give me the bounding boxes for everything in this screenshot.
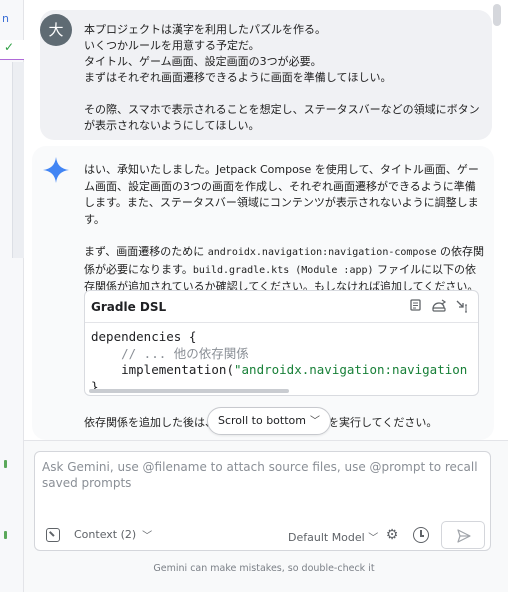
prompt-placeholder: Ask Gemini, use @filename to attach sour… [42, 460, 478, 490]
user-message-text: 本プロジェクトは漢字を利用したパズルを作る。 いくつかルールを用意する予定だ。 … [84, 23, 480, 132]
inline-code: androidx.navigation:navigation-compose [207, 247, 437, 258]
code-line: dependencies { [91, 329, 197, 344]
code-block-language: Gradle DSL [91, 300, 167, 314]
left-edge-panel: n ✓ [0, 0, 24, 592]
model-selector[interactable]: Default Model ﹀ [288, 529, 378, 544]
context-icon [46, 527, 60, 542]
insert-code-icon[interactable] [431, 299, 447, 315]
chevron-down-icon: ﹀ [309, 416, 320, 427]
disclaimer-text: Gemini can make mistakes, so double-chec… [153, 563, 375, 574]
send-icon [457, 529, 471, 543]
code-block: Gradle DSL dependencies { // ... 他の依存関係 … [84, 290, 479, 396]
ai-text-fragment: まず、画面遷移のために [84, 245, 208, 258]
change-marker [4, 460, 7, 468]
insert-at-cursor-icon[interactable] [455, 299, 471, 315]
code-block-body: dependencies { // ... 他の依存関係 implementat… [85, 323, 478, 395]
code-line: implementation( [91, 362, 234, 377]
context-label: Context (2) [74, 528, 137, 541]
check-icon: ✓ [0, 40, 24, 60]
inline-code: build.gradle.kts (Module :app) [192, 264, 374, 276]
send-button[interactable] [441, 521, 485, 549]
gear-icon[interactable]: ⚙ [384, 527, 400, 543]
code-line: // ... 他の依存関係 [91, 345, 249, 361]
change-marker [4, 531, 7, 539]
scroll-to-bottom-label: Scroll to bottom [218, 414, 306, 427]
left-strip-label: n [2, 12, 9, 25]
history-icon[interactable] [413, 527, 429, 543]
copy-icon[interactable] [407, 299, 423, 315]
chat-scrollbar-thumb[interactable] [493, 4, 501, 26]
ai-text-fragment: を実行してください。 [328, 416, 438, 429]
code-horizontal-scrollbar[interactable] [89, 389, 289, 393]
gemini-sparkle-icon [43, 157, 69, 183]
ai-paragraph-2: まず、画面遷移のために androidx.navigation:navigati… [84, 244, 484, 296]
code-string: "androidx.navigation:navigation [234, 362, 468, 377]
code-block-header: Gradle DSL [85, 291, 478, 323]
model-label: Default Model [288, 531, 365, 544]
chevron-down-icon: ﹀ [368, 533, 379, 544]
ai-paragraph-1: はい、承知いたしました。Jetpack Compose を使用して、タイトル画面… [84, 163, 479, 226]
left-strip-pane [12, 62, 24, 258]
chevron-down-icon: ﹀ [142, 531, 153, 542]
context-button[interactable]: Context (2) ﹀ [46, 527, 152, 542]
scroll-to-bottom-button[interactable]: Scroll to bottom ﹀ [207, 407, 331, 435]
gemini-chat-panel: n ✓ 大 本プロジェクトは漢字を利用したパズルを作る。 いくつかルールを用意す… [0, 0, 508, 592]
user-avatar: 大 [40, 14, 72, 46]
ai-text-fragment: 依存関係を追加した後は、 [84, 416, 216, 429]
